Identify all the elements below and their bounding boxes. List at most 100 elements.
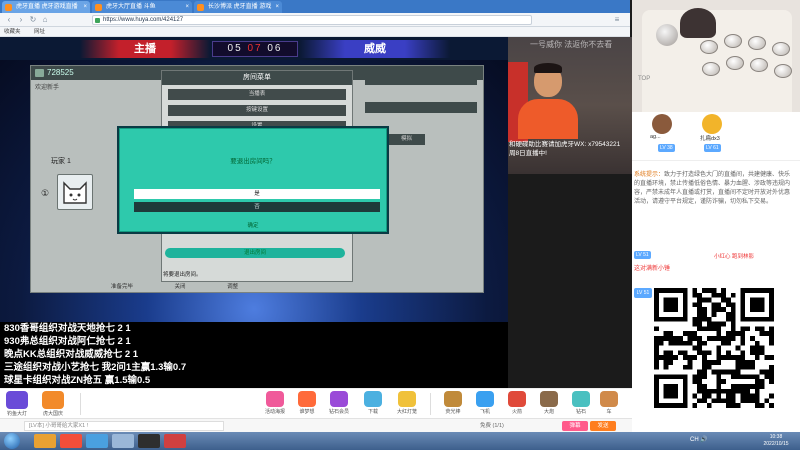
gift-label: 钻石会员	[328, 409, 349, 415]
gift-icon	[600, 391, 618, 407]
chat-input[interactable]: [LV本] 小哥哥给大家X1 !	[24, 421, 224, 431]
gift-item[interactable]: 火箭	[504, 391, 530, 417]
arcade-button-5	[702, 62, 720, 76]
gift-icon	[298, 391, 316, 407]
tab-label: 虎牙大厅直播 斗鱼	[106, 4, 156, 10]
start-icon[interactable]	[4, 433, 20, 449]
cat-face-icon	[63, 181, 87, 204]
clock[interactable]: 10:38 2022/10/15	[756, 434, 796, 448]
refresh-icon[interactable]: ↻	[28, 15, 38, 25]
gift-icon	[508, 391, 526, 407]
team-right-name: 威威	[300, 40, 450, 58]
dialog-no-option[interactable]: 否	[134, 202, 380, 212]
hint-adjust: 调整	[227, 284, 239, 290]
gift-icon	[444, 391, 462, 407]
stream-video[interactable]: 主播 05 07 06 威威 728525 欢迎新手 玩家 1 ① 模拟 房间菜…	[0, 37, 508, 322]
gift-label: 火箭	[511, 409, 522, 415]
gift-item[interactable]: 钓鱼大灯	[4, 391, 30, 417]
dialog-yes-option[interactable]: 是	[134, 189, 380, 199]
side-strip-label: 模拟	[401, 136, 413, 142]
gift-item[interactable]: 荧光棒	[440, 391, 466, 417]
tab-close-icon[interactable]: ×	[275, 1, 279, 13]
qr-panel	[632, 284, 800, 432]
avatar[interactable]	[702, 114, 722, 134]
gift-label: 大红灯笼	[396, 409, 417, 415]
bookmark-favorites[interactable]: 收藏夹	[4, 29, 21, 35]
result-line: 830香哥组织对战天地抢七 2 1	[4, 323, 131, 334]
url-input[interactable]: https://www.huya.com/424127	[92, 15, 532, 25]
score-left: 05	[227, 43, 243, 54]
arcade-button-2	[724, 34, 742, 48]
chat-user[interactable]: 小红心 跑到林影	[714, 252, 754, 260]
bookmark-sites[interactable]: 网址	[34, 29, 45, 35]
app-icon[interactable]	[112, 434, 134, 448]
huya-favicon-icon	[95, 4, 102, 11]
arcade-button-1	[700, 40, 718, 54]
menu-item[interactable]: 当播表	[168, 89, 346, 100]
gift-item[interactable]: 飞机	[472, 391, 498, 417]
explorer-icon[interactable]	[34, 434, 56, 448]
gift-item[interactable]: 活动海报	[262, 391, 288, 417]
huya-favicon-icon	[5, 4, 12, 11]
windows-taskbar: CH 🔊 10:38 2022/10/15	[0, 432, 800, 450]
webcam-watermark: 一号威你 法返你不去看	[530, 40, 613, 49]
gift-item[interactable]: 谁梦想	[294, 391, 320, 417]
player-hands	[680, 8, 716, 38]
gift-icon	[42, 391, 64, 409]
welcome-text: 欢迎新手	[35, 85, 60, 91]
system-message-label: 系统提示：	[634, 172, 665, 178]
clock-date: 2022/10/15	[763, 441, 789, 447]
side-strip-1	[365, 74, 477, 85]
menu-item[interactable]: 按键设置	[168, 105, 346, 116]
browser-tab-2[interactable]: 虎牙大厅直播 斗鱼 ×	[92, 1, 192, 13]
browser-tab-1[interactable]: 虎牙直播 虎牙游戏直播 ×	[2, 1, 90, 13]
team-left-name: 主播	[80, 40, 210, 58]
app-icon[interactable]	[164, 434, 186, 448]
app-icon[interactable]	[138, 434, 160, 448]
control-hints: 准备完毕 关闭 调整	[111, 282, 341, 290]
game-room-panel: 728525 欢迎新手 玩家 1 ① 模拟 房间菜单 当播表 按键设置 设置 退…	[30, 65, 484, 293]
tab-close-icon[interactable]: ×	[185, 1, 189, 13]
gift-item[interactable]: 车	[596, 391, 622, 417]
streamer-figure	[518, 59, 578, 139]
result-line: 球星卡组织对战ZN抢五 赢1.5输0.5	[4, 375, 151, 386]
home-icon[interactable]: ⌂	[40, 15, 50, 25]
divider	[80, 393, 81, 415]
browser-tab-bar: 虎牙直播 虎牙游戏直播 × 虎牙大厅直播 斗鱼 × 长沙博派 虎牙直播 游戏 ×	[0, 0, 630, 13]
gift-item[interactable]: 大炮	[536, 391, 562, 417]
browser-tab-3[interactable]: 长沙博派 虎牙直播 游戏 ×	[194, 1, 282, 13]
streamer-body	[518, 99, 578, 139]
back-icon[interactable]: ‹	[4, 15, 14, 25]
leave-room-button[interactable]: 退出房间	[165, 248, 345, 258]
send-button[interactable]: 发送	[590, 421, 616, 431]
gift-item[interactable]: 虎大国庆	[40, 391, 66, 417]
avatar[interactable]	[652, 114, 672, 134]
gift-icon	[540, 391, 558, 407]
chat-message: 这对满新小锤	[634, 266, 671, 272]
forward-icon[interactable]: ›	[16, 15, 26, 25]
versus-banner: 主播 05 07 06 威威	[0, 40, 508, 60]
menu-icon[interactable]: ≡	[612, 15, 622, 25]
gift-icon	[572, 391, 590, 407]
gift-icon	[398, 391, 416, 407]
app-icon[interactable]	[86, 434, 108, 448]
gift-item[interactable]: 钻石	[568, 391, 594, 417]
joystick-ball	[656, 24, 678, 46]
huya-favicon-icon	[197, 4, 204, 11]
tab-close-icon[interactable]: ×	[83, 1, 87, 13]
result-line: 三途组织对战小艺抢七 我2问1主赢1.3输0.7	[4, 362, 187, 373]
system-message: 系统提示：致力于打造绿色大门的直播间，共建健康、快乐的直播环境，禁止传播低俗色情…	[634, 171, 794, 207]
gift-item[interactable]: 钻石会员	[326, 391, 352, 417]
gift-label: 下载	[367, 409, 378, 415]
browser-icon[interactable]	[60, 434, 82, 448]
system-tray[interactable]: CH 🔊	[690, 436, 708, 443]
score-right: 06	[267, 43, 283, 54]
hint-close: 关闭	[174, 284, 186, 290]
address-bar: ‹ › ↻ ⌂ https://www.huya.com/424127 ≡	[0, 13, 630, 27]
gift-item[interactable]: 下载	[360, 391, 386, 417]
player-number: ①	[41, 188, 50, 198]
barrage-button[interactable]: 弹幕	[562, 421, 588, 431]
player-label: 玩家 1	[51, 158, 71, 165]
gift-item[interactable]: 大红灯笼	[394, 391, 420, 417]
free-gift-count: 免费 (1/1)	[480, 423, 504, 429]
